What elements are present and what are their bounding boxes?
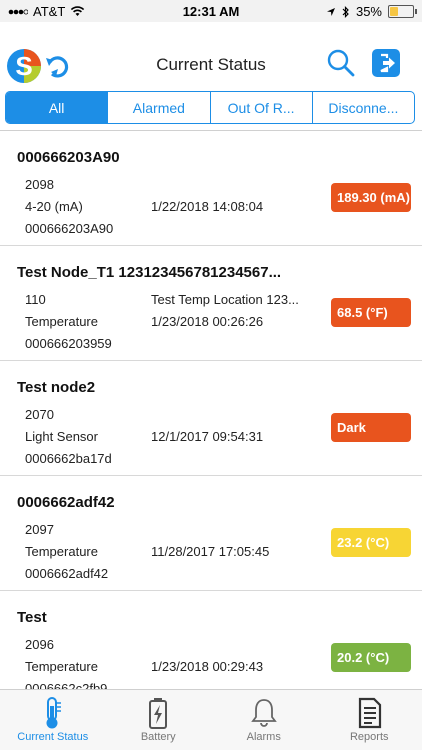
node-mac: 000666203A90 — [25, 221, 114, 236]
node-sensor-type: Temperature — [25, 659, 98, 674]
node-title: 000666203A90 — [17, 149, 120, 166]
document-icon — [359, 697, 382, 729]
location-icon — [326, 7, 335, 16]
node-location: Test Temp Location 123... — [151, 292, 299, 307]
node-sensor-type: Light Sensor — [25, 429, 98, 444]
node-value-badge: 189.30 (mA) — [331, 183, 411, 212]
filter-tabs: All Alarmed Out Of R... Disconne... — [5, 91, 415, 124]
node-sensor-type: Temperature — [25, 314, 98, 329]
node-card[interactable]: 000666203A90 2098 4-20 (mA) 1/22/2018 14… — [0, 132, 422, 246]
tabbar-label: Alarms — [246, 731, 281, 743]
page-title: Current Status — [156, 55, 266, 74]
node-timestamp: 1/23/2018 00:29:43 — [151, 659, 264, 674]
battery-status-icon — [388, 5, 417, 18]
tabbar-label: Reports — [349, 731, 389, 743]
logout-button[interactable] — [372, 49, 400, 77]
node-id: 110 — [25, 292, 46, 307]
tab-alarmed[interactable]: Alarmed — [107, 92, 209, 123]
node-mac: 0006662adf42 — [25, 566, 109, 581]
battery-percent: 35% — [355, 4, 382, 19]
node-timestamp: 12/1/2017 09:54:31 — [151, 429, 264, 444]
node-timestamp: 1/23/2018 00:26:26 — [151, 314, 264, 329]
tab-out-of-range[interactable]: Out Of R... — [209, 92, 312, 123]
tabbar-item-reports[interactable]: Reports — [317, 690, 422, 750]
node-title: Test — [17, 609, 47, 626]
node-timestamp: 1/22/2018 14:08:04 — [151, 199, 264, 214]
node-id: 2096 — [25, 637, 54, 652]
nav-bar: S Current Status — [0, 22, 422, 92]
node-timestamp: 11/28/2017 17:05:45 — [151, 544, 270, 559]
tab-all[interactable]: All — [6, 92, 108, 123]
status-bar: AT&T 12:31 AM 35% — [0, 0, 422, 22]
node-sensor-type: 4-20 (mA) — [25, 199, 83, 214]
tabbar-label: Battery — [140, 731, 176, 743]
node-value-badge: 23.2 (°C) — [331, 528, 411, 557]
node-card[interactable]: Test 2096 Temperature 1/23/2018 00:29:43… — [0, 592, 422, 689]
node-mac: 000666203959 — [25, 336, 112, 351]
tab-disconnected[interactable]: Disconne... — [311, 92, 414, 123]
node-card[interactable]: 0006662adf42 2097 Temperature 11/28/2017… — [0, 477, 422, 591]
search-icon[interactable] — [326, 48, 356, 78]
node-title: Test Node_T1 123123456781234567... — [17, 264, 282, 281]
status-bar-right: 35% — [326, 4, 417, 19]
battery-fill — [390, 7, 398, 16]
tabbar-item-alarms[interactable]: Alarms — [211, 690, 317, 750]
node-id: 2098 — [25, 177, 54, 192]
node-mac: 0006662c2fb9 — [25, 681, 108, 689]
node-title: 0006662adf42 — [17, 494, 115, 511]
bluetooth-icon — [342, 5, 349, 18]
node-id: 2097 — [25, 522, 54, 537]
battery-icon — [149, 698, 168, 729]
tabbar-item-current-status[interactable]: Current Status — [0, 690, 106, 750]
node-value-badge: 20.2 (°C) — [331, 643, 411, 672]
node-mac: 0006662ba17d — [25, 451, 112, 466]
tabbar-item-battery[interactable]: Battery — [106, 690, 212, 750]
bell-icon — [250, 699, 277, 727]
node-title: Test node2 — [17, 379, 96, 396]
node-list[interactable]: 000666203A90 2098 4-20 (mA) 1/22/2018 14… — [0, 132, 422, 689]
node-sensor-type: Temperature — [25, 544, 98, 559]
tabbar-label: Current Status — [17, 731, 89, 743]
list-divider — [0, 130, 422, 131]
node-card[interactable]: Test node2 2070 Light Sensor 12/1/2017 0… — [0, 362, 422, 476]
logout-icon — [380, 53, 395, 73]
bottom-tab-bar: Current Status Battery Alarms Reports — [0, 689, 422, 750]
node-value-badge: 68.5 (°F) — [331, 298, 411, 327]
thermometer-icon — [46, 697, 61, 729]
node-card[interactable]: Test Node_T1 123123456781234567... 110 T… — [0, 247, 422, 361]
node-value-badge: Dark — [331, 413, 411, 442]
battery-tip — [415, 9, 417, 14]
node-id: 2070 — [25, 407, 54, 422]
